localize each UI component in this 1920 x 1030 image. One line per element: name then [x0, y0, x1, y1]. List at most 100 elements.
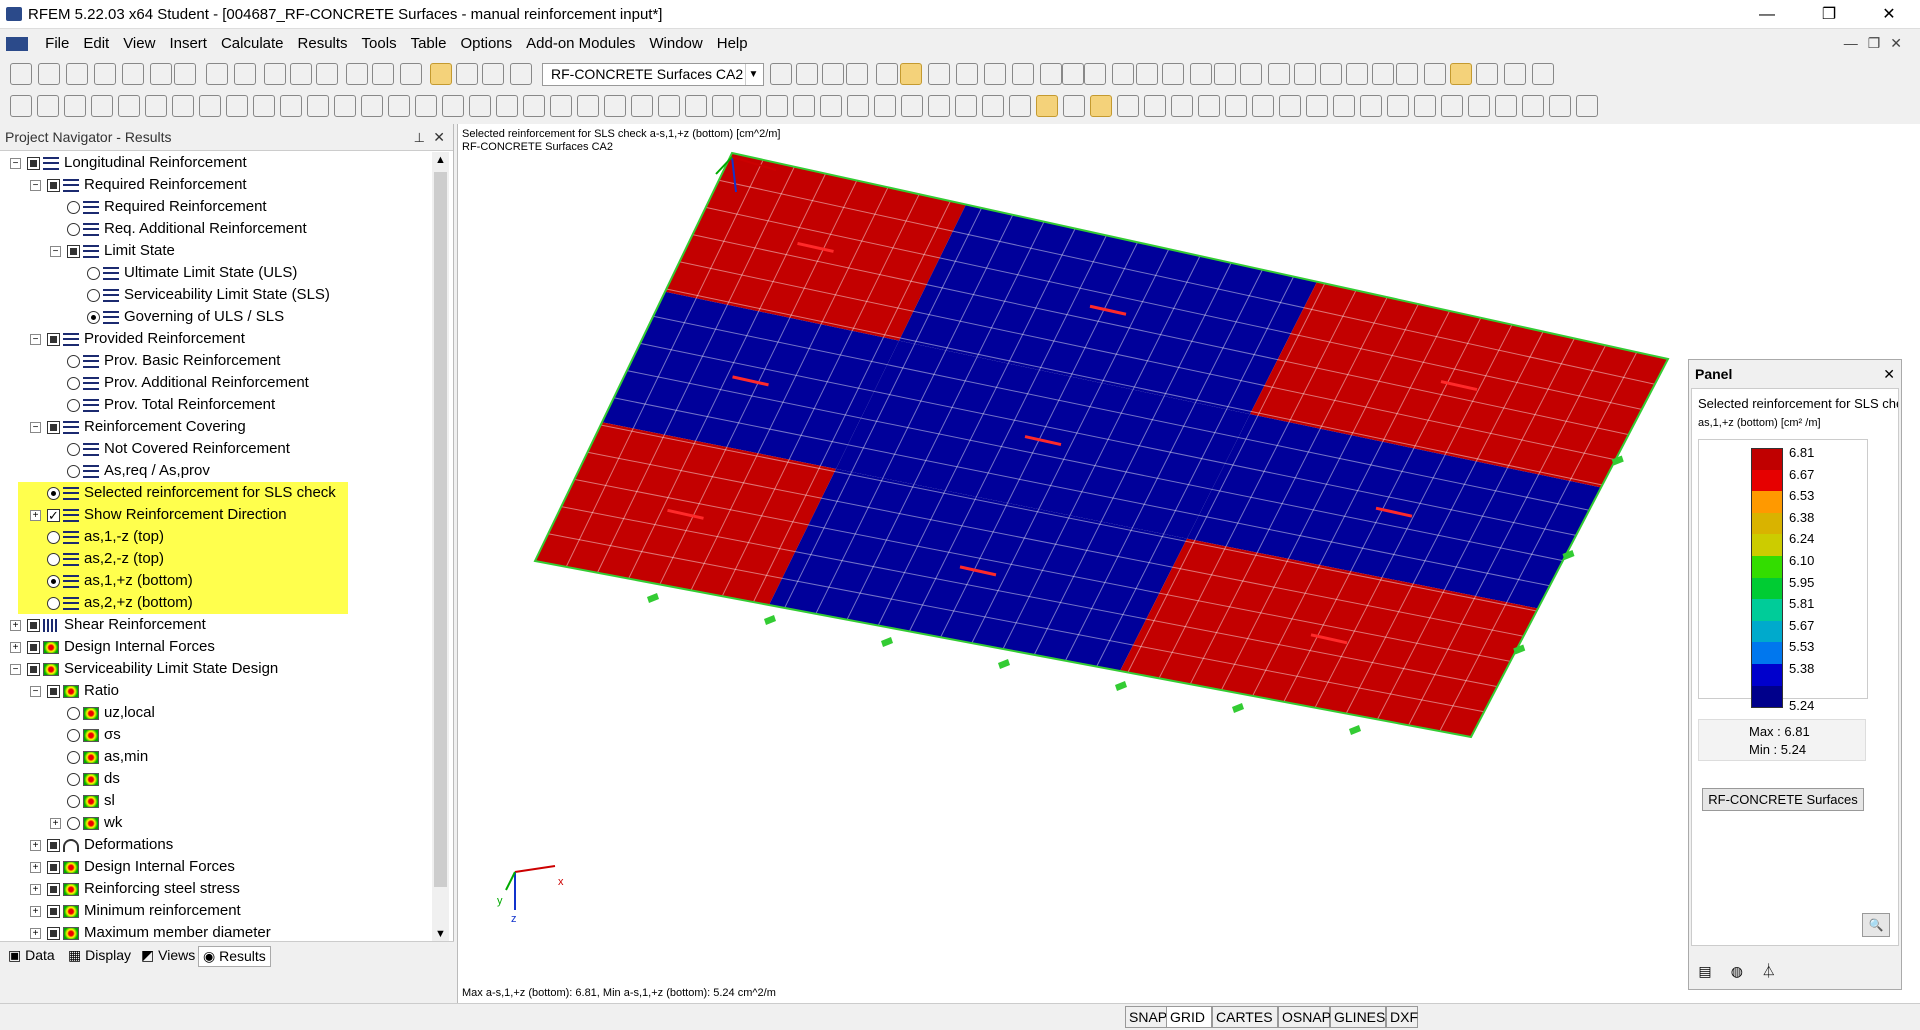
tb1-tool-icon[interactable] [174, 63, 196, 85]
tree-item[interactable]: Not Covered Reinforcement [50, 438, 290, 460]
tree-item[interactable]: +Shear Reinforcement [10, 614, 206, 636]
tb1-tool-icon[interactable] [206, 63, 228, 85]
tb2-tool-icon[interactable] [91, 95, 113, 117]
tb2-tool-icon[interactable] [523, 95, 545, 117]
tb2-tool-icon[interactable] [1090, 95, 1112, 117]
tree-item[interactable]: +Show Reinforcement Direction [18, 504, 348, 526]
collapse-icon[interactable]: − [30, 686, 41, 697]
tree-item[interactable]: Req. Additional Reinforcement [50, 218, 307, 240]
menu-table[interactable]: Table [404, 29, 454, 58]
tb1-tool-icon[interactable] [1504, 63, 1526, 85]
tb2-tool-icon[interactable] [1360, 95, 1382, 117]
tb2-tool-icon[interactable] [1063, 95, 1085, 117]
radio-button[interactable] [47, 531, 60, 544]
tb1-tool-icon[interactable] [122, 63, 144, 85]
checkbox[interactable] [47, 905, 60, 918]
tb1-tool-icon[interactable] [956, 63, 978, 85]
radio-button[interactable] [47, 575, 60, 588]
tb2-tool-icon[interactable] [442, 95, 464, 117]
tb1-tool-icon[interactable] [822, 63, 844, 85]
load-case-combo[interactable]: RF-CONCRETE Surfaces CA2▼ [542, 63, 764, 86]
radio-button[interactable] [47, 597, 60, 610]
tb1-tool-icon[interactable] [38, 63, 60, 85]
tb2-tool-icon[interactable] [388, 95, 410, 117]
panel-close-icon[interactable]: ✕ [1883, 360, 1895, 388]
tb1-tool-icon[interactable] [346, 63, 368, 85]
tb1-tool-icon[interactable] [1112, 63, 1134, 85]
tb1-tool-icon[interactable] [1346, 63, 1368, 85]
radio-button[interactable] [87, 289, 100, 302]
checkbox[interactable] [47, 421, 60, 434]
tree-item[interactable]: Prov. Additional Reinforcement [50, 372, 309, 394]
tb2-tool-icon[interactable] [1414, 95, 1436, 117]
checkbox[interactable] [47, 179, 60, 192]
expand-icon[interactable]: + [30, 510, 41, 521]
factor-icon[interactable]: ◍ [1723, 963, 1751, 980]
status-dxf-button[interactable]: DXF [1386, 1006, 1418, 1028]
tab-display[interactable]: ▦ Display [64, 946, 135, 965]
collapse-icon[interactable]: − [10, 158, 21, 169]
radio-button[interactable] [67, 751, 80, 764]
rf-concrete-surfaces-button[interactable]: RF-CONCRETE Surfaces [1702, 788, 1864, 811]
tb2-tool-icon[interactable] [1549, 95, 1571, 117]
tree-item[interactable]: −Provided Reinforcement [30, 328, 245, 350]
tb1-tool-icon[interactable] [400, 63, 422, 85]
radio-button[interactable] [67, 223, 80, 236]
radio-button[interactable] [67, 773, 80, 786]
tb1-tool-icon[interactable] [430, 63, 452, 85]
tree-item[interactable]: as,2,-z (top) [18, 548, 348, 570]
filter-icon[interactable]: ⏃ [1755, 961, 1783, 981]
pin-icon[interactable]: ⊥ [414, 124, 425, 151]
tb2-tool-icon[interactable] [334, 95, 356, 117]
close-button[interactable]: ✕ [1866, 0, 1912, 29]
checkbox[interactable] [27, 663, 40, 676]
mdi-controls[interactable]: —❐✕ [1844, 35, 1912, 52]
tb2-tool-icon[interactable] [1333, 95, 1355, 117]
tb1-tool-icon[interactable] [234, 63, 256, 85]
tb1-tool-icon[interactable] [316, 63, 338, 85]
tb1-tool-icon[interactable] [796, 63, 818, 85]
tb2-tool-icon[interactable] [874, 95, 896, 117]
tree-item[interactable]: +Deformations [30, 834, 173, 856]
tb2-tool-icon[interactable] [226, 95, 248, 117]
tree-item[interactable]: Prov. Basic Reinforcement [50, 350, 280, 372]
radio-button[interactable] [47, 487, 60, 500]
tb2-tool-icon[interactable] [361, 95, 383, 117]
tb1-tool-icon[interactable] [1476, 63, 1498, 85]
scroll-down-icon[interactable]: ▼ [432, 928, 449, 940]
status-osnap-button[interactable]: OSNAP [1278, 1006, 1330, 1028]
tb2-tool-icon[interactable] [1495, 95, 1517, 117]
scroll-thumb[interactable] [434, 172, 447, 887]
tree-item[interactable]: −Required Reinforcement [30, 174, 247, 196]
tree-item[interactable]: +Design Internal Forces [30, 856, 235, 878]
tree-item[interactable]: +Maximum member diameter [30, 922, 271, 942]
tb1-tool-icon[interactable] [1136, 63, 1158, 85]
checkbox[interactable] [47, 883, 60, 896]
tb1-tool-icon[interactable] [846, 63, 868, 85]
collapse-icon[interactable]: − [10, 664, 21, 675]
tree-item[interactable]: σs [50, 724, 121, 746]
checkbox[interactable] [27, 619, 40, 632]
tb1-tool-icon[interactable] [900, 63, 922, 85]
tree-item[interactable]: ds [50, 768, 120, 790]
tb2-tool-icon[interactable] [1198, 95, 1220, 117]
tree-item[interactable]: as,2,+z (bottom) [18, 592, 348, 614]
tb2-tool-icon[interactable] [1252, 95, 1274, 117]
tree-item[interactable]: Prov. Total Reinforcement [50, 394, 275, 416]
scroll-up-icon[interactable]: ▲ [432, 154, 449, 166]
menu-options[interactable]: Options [453, 29, 519, 58]
checkbox[interactable] [47, 333, 60, 346]
radio-button[interactable] [67, 377, 80, 390]
tree-item[interactable]: Governing of ULS / SLS [70, 306, 284, 328]
tb2-tool-icon[interactable] [415, 95, 437, 117]
tb2-tool-icon[interactable] [1009, 95, 1031, 117]
tb2-tool-icon[interactable] [307, 95, 329, 117]
tb1-tool-icon[interactable] [876, 63, 898, 85]
tb1-tool-icon[interactable] [1214, 63, 1236, 85]
tb1-tool-icon[interactable] [1424, 63, 1446, 85]
tb2-tool-icon[interactable] [172, 95, 194, 117]
expand-icon[interactable]: + [10, 620, 21, 631]
tree-item[interactable]: +Design Internal Forces [10, 636, 215, 658]
status-glines-button[interactable]: GLINES [1330, 1006, 1386, 1028]
tree-item[interactable]: As,req / As,prov [50, 460, 210, 482]
